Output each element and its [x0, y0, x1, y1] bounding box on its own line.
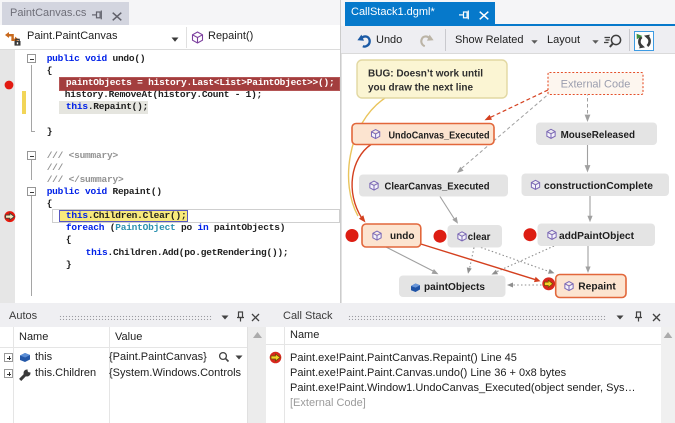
svg-text:clear: clear	[468, 232, 491, 243]
svg-text:undo: undo	[390, 231, 415, 242]
svg-text:you draw the next line: you draw the next line	[368, 83, 473, 94]
svg-text:BUG: Doesn’t work until: BUG: Doesn’t work until	[368, 69, 483, 80]
svg-text:External Code: External Code	[561, 79, 631, 91]
svg-text:paintObjects: paintObjects	[424, 282, 485, 293]
svg-text:addPaintObject: addPaintObject	[559, 231, 635, 242]
svg-text:Repaint: Repaint	[578, 282, 616, 293]
svg-text:ClearCanvas_Executed: ClearCanvas_Executed	[385, 182, 490, 193]
svg-text:UndoCanvas_Executed: UndoCanvas_Executed	[389, 130, 490, 141]
svg-text:constructionComplete: constructionComplete	[544, 181, 653, 192]
svg-text:MouseReleased: MouseReleased	[561, 130, 635, 141]
